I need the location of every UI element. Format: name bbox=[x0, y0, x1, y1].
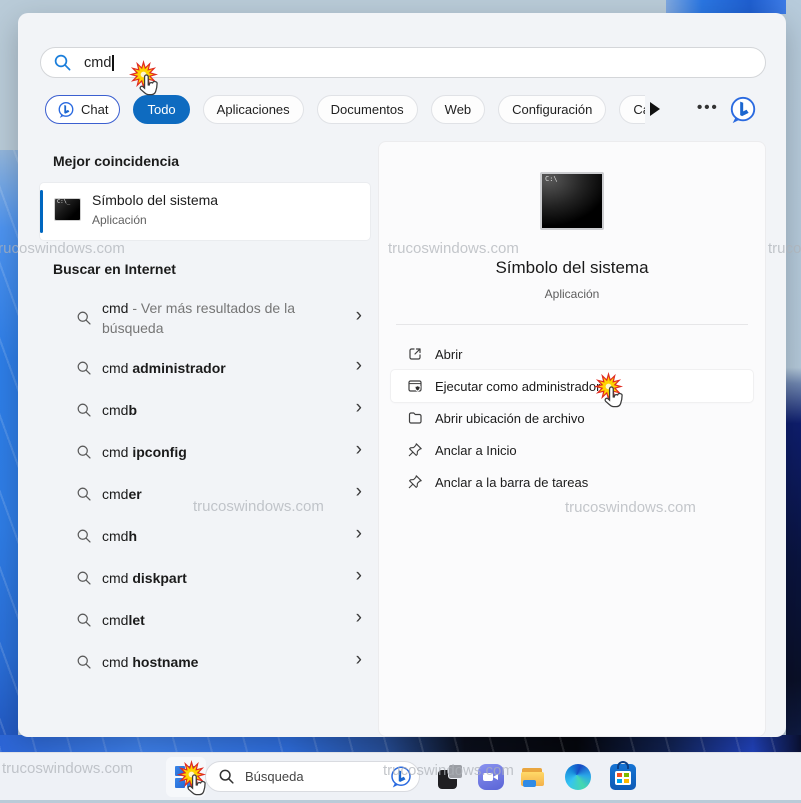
search-suggestion[interactable]: cmdh › bbox=[40, 515, 370, 557]
search-flyout: cmd Chat Todo Aplicaciones Documentos Web Con… bbox=[18, 13, 786, 737]
action-anclar-a-inicio[interactable]: Anclar a Inicio bbox=[391, 434, 753, 466]
divider bbox=[396, 324, 748, 325]
selection-accent-bar bbox=[40, 190, 43, 233]
microsoft-store-icon[interactable] bbox=[610, 764, 636, 790]
preview-title: Símbolo del sistema bbox=[379, 258, 765, 278]
web-suggestions-list: cmd - Ver más resultados de la búsqueda ›… bbox=[40, 289, 370, 683]
tab-chat[interactable]: Chat bbox=[45, 95, 120, 124]
tab-label: Todo bbox=[147, 102, 175, 117]
chevron-right-icon: › bbox=[356, 305, 362, 327]
suggestion-text: cmd hostname bbox=[102, 652, 198, 672]
action-ejecutar-como-administrador[interactable]: Ejecutar como administrador bbox=[391, 370, 753, 402]
best-match-item[interactable]: C:\_ Símbolo del sistema Aplicación bbox=[40, 183, 370, 240]
windows-logo-icon bbox=[175, 766, 197, 788]
search-suggestion[interactable]: cmdb › bbox=[40, 389, 370, 431]
cmd-app-icon-large: C:\ bbox=[540, 172, 604, 230]
suggestion-text: cmd diskpart bbox=[102, 568, 187, 588]
chevron-right-icon: › bbox=[356, 649, 362, 671]
search-suggestion[interactable]: cmder › bbox=[40, 473, 370, 515]
file-explorer-icon[interactable] bbox=[520, 764, 546, 790]
tab-configuración[interactable]: Configuración bbox=[498, 95, 606, 124]
tab-todo[interactable]: Todo bbox=[133, 95, 189, 124]
suggestion-text: cmder bbox=[102, 484, 142, 504]
wallpaper-bloom-left bbox=[0, 150, 18, 799]
best-match-title: Símbolo del sistema bbox=[92, 192, 218, 208]
edge-browser-icon[interactable] bbox=[565, 764, 591, 790]
chat-icon[interactable] bbox=[478, 764, 504, 790]
action-label: Ejecutar como administrador bbox=[435, 379, 600, 394]
more-options-icon[interactable]: ••• bbox=[697, 99, 719, 116]
wallpaper-bloom-top bbox=[666, 0, 786, 14]
taskbar-search-box[interactable]: Búsqueda bbox=[205, 761, 420, 792]
wallpaper-bloom-right bbox=[786, 0, 801, 799]
action-label: Abrir ubicación de archivo bbox=[435, 411, 585, 426]
preview-subtitle: Aplicación bbox=[379, 287, 765, 301]
taskbar: Búsqueda bbox=[0, 752, 801, 800]
chevron-right-icon: › bbox=[356, 565, 362, 587]
wallpaper-bloom-bottom bbox=[0, 735, 801, 753]
search-icon bbox=[53, 53, 72, 72]
tab-web[interactable]: Web bbox=[431, 95, 486, 124]
tab-documentos[interactable]: Documentos bbox=[317, 95, 418, 124]
bing-icon bbox=[389, 765, 413, 789]
run-admin-icon bbox=[407, 378, 423, 394]
action-abrir-ubicación-de-archivo[interactable]: Abrir ubicación de archivo bbox=[391, 402, 753, 434]
tab-label: Chat bbox=[81, 102, 108, 117]
action-abrir[interactable]: Abrir bbox=[391, 338, 753, 370]
action-label: Anclar a Inicio bbox=[435, 443, 517, 458]
web-search-heading: Buscar en Internet bbox=[53, 261, 176, 277]
suggestion-text: cmdh bbox=[102, 526, 137, 546]
tab-label: Documentos bbox=[331, 102, 404, 117]
chevron-right-icon: › bbox=[356, 355, 362, 377]
task-view-icon[interactable] bbox=[437, 764, 463, 790]
tab-carpetas[interactable]: Carpetas bbox=[619, 95, 645, 124]
search-query-text: cmd bbox=[84, 55, 111, 71]
preview-card: C:\ Símbolo del sistema Aplicación Abrir… bbox=[378, 141, 766, 737]
search-icon bbox=[218, 768, 235, 785]
search-suggestion[interactable]: cmd hostname › bbox=[40, 641, 370, 683]
chevron-right-icon: › bbox=[356, 481, 362, 503]
pin-icon bbox=[407, 442, 423, 458]
best-match-heading: Mejor coincidencia bbox=[53, 153, 179, 169]
chevron-right-icon: › bbox=[356, 607, 362, 629]
cmd-app-icon: C:\_ bbox=[54, 198, 81, 221]
chevron-right-icon: › bbox=[356, 439, 362, 461]
best-match-subtitle: Aplicación bbox=[92, 213, 147, 227]
tab-label: Carpetas bbox=[633, 102, 645, 117]
tabs-overflow-arrow-icon[interactable] bbox=[650, 102, 660, 116]
suggestion-text: cmdlet bbox=[102, 610, 145, 630]
tab-aplicaciones[interactable]: Aplicaciones bbox=[203, 95, 304, 124]
tab-label: Aplicaciones bbox=[217, 102, 290, 117]
action-anclar-a-la-barra-de-tareas[interactable]: Anclar a la barra de tareas bbox=[391, 466, 753, 498]
taskbar-search-placeholder: Búsqueda bbox=[245, 769, 389, 784]
action-label: Anclar a la barra de tareas bbox=[435, 475, 588, 490]
suggestion-text: cmd - Ver más resultados de la búsqueda bbox=[102, 298, 334, 338]
search-suggestion[interactable]: cmdlet › bbox=[40, 599, 370, 641]
search-input[interactable]: cmd bbox=[40, 47, 766, 78]
search-suggestion[interactable]: cmd administrador › bbox=[40, 347, 370, 389]
pin-icon bbox=[407, 474, 423, 490]
search-suggestion[interactable]: cmd - Ver más resultados de la búsqueda › bbox=[40, 289, 370, 347]
suggestion-text: cmd administrador bbox=[102, 358, 226, 378]
chevron-right-icon: › bbox=[356, 523, 362, 545]
tab-label: Web bbox=[445, 102, 472, 117]
actions-list: Abrir Ejecutar como administrador Abrir ub… bbox=[391, 338, 753, 498]
text-caret bbox=[112, 55, 114, 71]
search-suggestion[interactable]: cmd ipconfig › bbox=[40, 431, 370, 473]
start-button[interactable] bbox=[166, 757, 206, 797]
suggestion-text: cmdb bbox=[102, 400, 137, 420]
bing-chat-icon[interactable] bbox=[728, 95, 758, 125]
search-suggestion[interactable]: cmd diskpart › bbox=[40, 557, 370, 599]
chevron-right-icon: › bbox=[356, 397, 362, 419]
folder-icon bbox=[407, 410, 423, 426]
action-label: Abrir bbox=[435, 347, 462, 362]
open-icon bbox=[407, 346, 423, 362]
suggestion-text: cmd ipconfig bbox=[102, 442, 187, 462]
search-filter-tabs: Chat Todo Aplicaciones Documentos Web Configu… bbox=[45, 95, 645, 126]
tab-label: Configuración bbox=[512, 102, 592, 117]
